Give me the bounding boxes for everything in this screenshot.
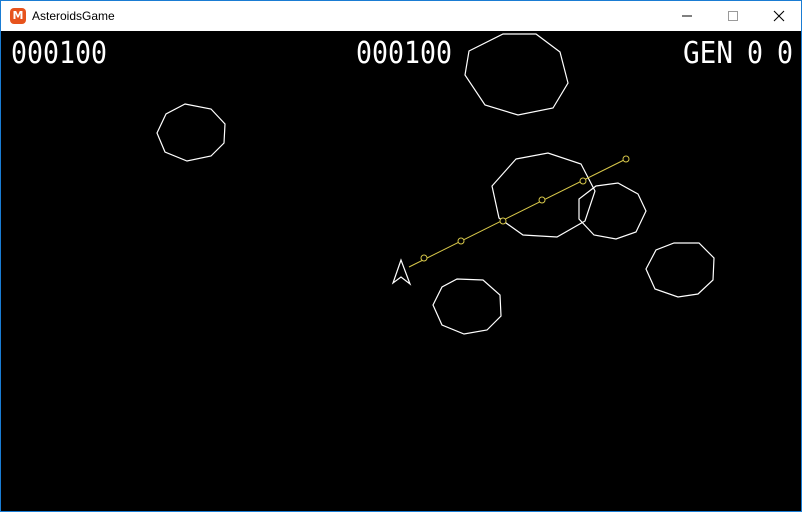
asteroid — [578, 182, 647, 240]
asteroid — [432, 278, 502, 335]
title-bar[interactable]: M AsteroidsGame — [1, 1, 801, 31]
generation-value-2: 0 — [777, 36, 793, 71]
game-window: M AsteroidsGame 000100 000100 GEN 0 0 — [0, 0, 802, 512]
close-button[interactable] — [756, 1, 802, 31]
trajectory-marker — [457, 237, 465, 245]
trajectory-line — [408, 158, 627, 268]
trajectory-marker — [499, 217, 507, 225]
asteroid — [491, 152, 596, 238]
trajectory-marker — [538, 196, 546, 204]
maximize-button[interactable] — [710, 1, 756, 31]
asteroid — [156, 103, 226, 162]
asteroid — [645, 242, 715, 298]
generation-value-1: 0 — [747, 36, 763, 71]
minimize-icon — [682, 15, 692, 17]
score-left: 000100 — [11, 36, 107, 71]
asteroid — [464, 33, 569, 116]
monogame-icon: M — [10, 8, 26, 24]
window-title: AsteroidsGame — [32, 9, 115, 23]
game-canvas[interactable]: 000100 000100 GEN 0 0 — [1, 31, 801, 511]
minimize-button[interactable] — [664, 1, 710, 31]
trajectory-marker — [622, 155, 630, 163]
score-center: 000100 — [356, 36, 452, 71]
close-icon — [773, 10, 785, 22]
trajectory-marker — [420, 254, 428, 262]
generation-label: GEN — [683, 36, 733, 71]
trajectory-marker — [579, 177, 587, 185]
player-ship — [391, 258, 412, 286]
maximize-icon — [728, 11, 738, 21]
